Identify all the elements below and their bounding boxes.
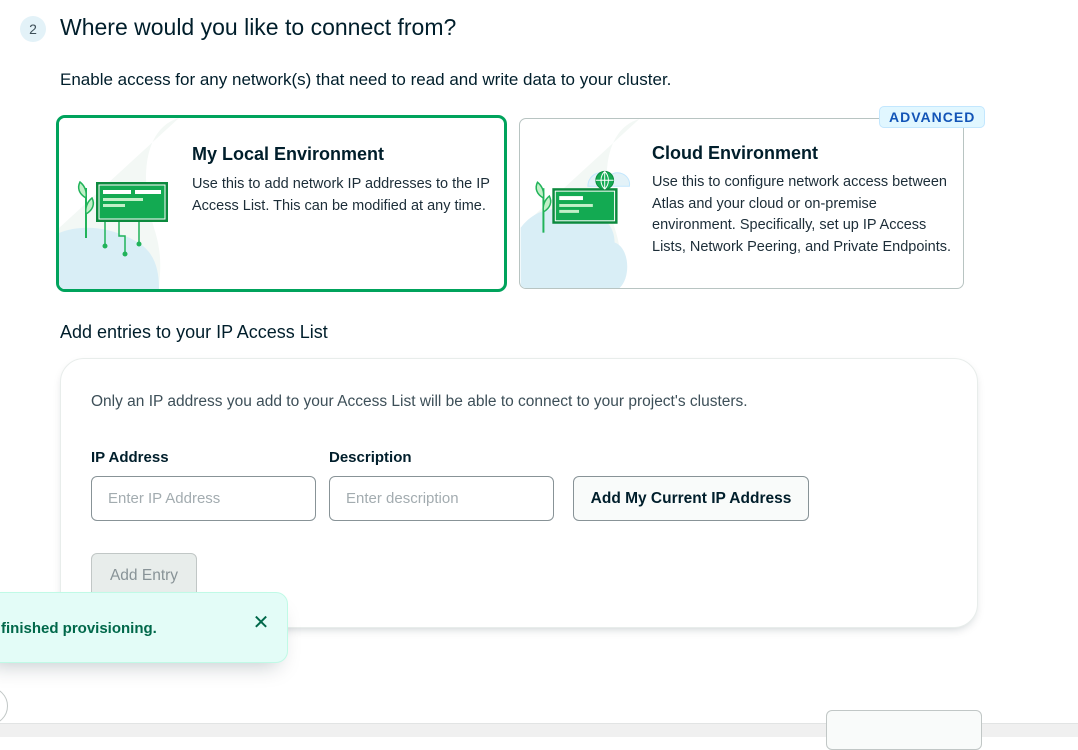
step-description: Enable access for any network(s) that ne… <box>60 70 672 89</box>
local-environment-text: Use this to add network IP addresses to … <box>192 176 490 214</box>
description-label: Description <box>329 449 412 466</box>
add-current-ip-button[interactable]: Add My Current IP Address <box>573 476 809 521</box>
local-environment-card[interactable]: My Local Environment Use this to add net… <box>56 115 507 292</box>
ip-access-list-heading: Add entries to your IP Access List <box>60 322 328 342</box>
step-number-badge: 2 <box>20 16 46 42</box>
step-title: Where would you like to connect from? <box>60 14 457 40</box>
ip-access-list-panel: Only an IP address you add to your Acces… <box>60 358 978 628</box>
x-icon[interactable]: ✕ <box>249 610 273 634</box>
cloud-environment-card[interactable]: Cloud Environment Use this to configure … <box>519 118 964 289</box>
local-environment-title: My Local Environment <box>192 144 385 164</box>
cloud-environment-illustration-icon <box>520 119 640 288</box>
cloud-environment-text: Use this to configure network access bet… <box>652 174 952 255</box>
provisioning-toast: finished provisioning. ✕ <box>0 592 288 663</box>
toast-message: finished provisioning. <box>1 620 157 637</box>
cloud-environment-title: Cloud Environment <box>652 143 818 163</box>
collapsed-circle-button[interactable] <box>0 687 8 725</box>
access-list-info-text: Only an IP address you add to your Acces… <box>91 393 748 410</box>
ip-address-label: IP Address <box>91 449 169 466</box>
advanced-badge: ADVANCED <box>879 106 986 128</box>
local-environment-illustration-icon <box>59 118 179 289</box>
bottom-action-button[interactable] <box>826 710 982 750</box>
ip-address-input[interactable] <box>91 476 316 521</box>
description-input[interactable] <box>329 476 554 521</box>
